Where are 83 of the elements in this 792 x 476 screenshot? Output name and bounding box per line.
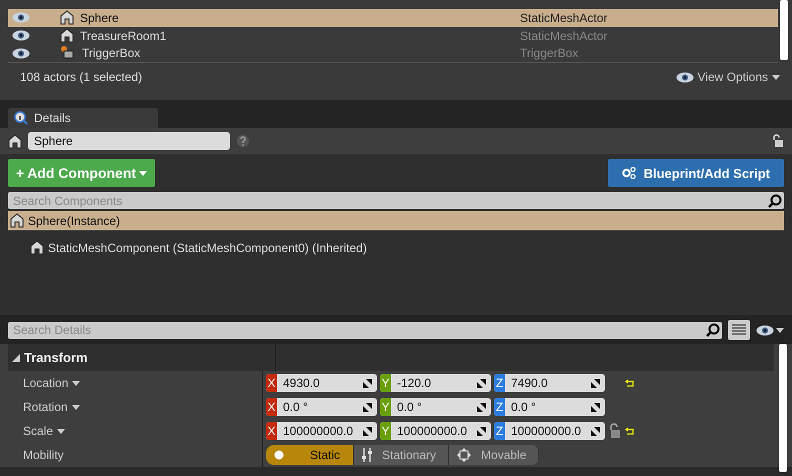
padlock-icon[interactable] [609, 423, 621, 440]
view-options-button[interactable] [756, 324, 784, 336]
caret-icon [776, 328, 784, 333]
caret-icon [139, 170, 148, 176]
axis-label: Y [380, 422, 391, 440]
spin-icon[interactable] [477, 402, 486, 412]
component-row[interactable]: Sphere(Instance) [8, 211, 784, 232]
number-field[interactable]: Y 0.0 ° [380, 398, 491, 416]
eye-icon[interactable] [756, 324, 774, 336]
actor-type: StaticMeshActor [520, 28, 608, 42]
view-options-button[interactable]: View Options [676, 70, 780, 84]
help-icon[interactable] [236, 134, 250, 148]
house-icon [60, 28, 74, 43]
number-field[interactable]: Z 0.0 ° [494, 398, 605, 416]
actor-count: 108 actors (1 selected) [20, 70, 142, 84]
gears-icon [622, 167, 636, 180]
search-icon[interactable] [768, 194, 782, 208]
actor-type: StaticMeshActor [520, 10, 608, 25]
house-icon [10, 213, 24, 228]
spin-icon[interactable] [477, 378, 486, 388]
actor-label: TreasureRoom1 [80, 28, 166, 42]
spin-icon[interactable] [591, 426, 600, 436]
number-field[interactable]: Z 7490.0 [494, 374, 605, 392]
number-field[interactable]: X 4930.0 [266, 374, 377, 392]
spin-icon[interactable] [591, 402, 600, 412]
reset-arrow-icon[interactable] [625, 427, 634, 436]
dot-icon [274, 450, 284, 460]
caret-icon [72, 404, 80, 410]
grid-icon [732, 324, 746, 336]
padlock-icon[interactable] [772, 134, 784, 148]
number-field[interactable]: Z 100000000.0 [494, 422, 605, 440]
eye-icon[interactable] [12, 30, 30, 41]
sliders-icon [362, 448, 372, 462]
move-arrows-icon [457, 448, 472, 462]
outliner-row[interactable]: Sphere StaticMeshActor [8, 9, 778, 27]
axis-label: Y [380, 374, 391, 392]
axis-label: X [266, 398, 277, 416]
outliner-row[interactable]: TriggerBox TriggerBox [8, 44, 778, 62]
axis-label: X [266, 422, 277, 440]
property-label[interactable]: Location [8, 371, 263, 396]
number-field[interactable]: X 0.0 ° [266, 398, 377, 416]
info-magnifier-icon [14, 111, 28, 125]
axis-label: Z [494, 398, 505, 416]
spin-icon[interactable] [363, 378, 372, 388]
actor-type: TriggerBox [520, 46, 578, 60]
axis-label: Y [380, 398, 391, 416]
component-row[interactable]: StaticMeshComponent (StaticMeshComponent0) (Inherited) [8, 238, 784, 258]
house-icon [30, 240, 44, 256]
scrollbar[interactable] [779, 344, 787, 472]
eye-icon[interactable] [12, 48, 30, 59]
actor-label: TriggerBox [82, 46, 140, 60]
axis-label: X [266, 374, 277, 392]
number-field[interactable]: X 100000000.0 [266, 422, 377, 440]
number-field[interactable]: Y -120.0 [380, 374, 491, 392]
axis-label: Z [494, 374, 505, 392]
details-tab[interactable]: Details [8, 108, 158, 128]
outliner-row[interactable]: TreasureRoom1 StaticMeshActor [8, 26, 778, 44]
house-icon [8, 134, 22, 149]
property-label[interactable]: Rotation [8, 395, 263, 420]
mobility-option[interactable]: Static [266, 445, 354, 466]
scrollbar[interactable] [780, 0, 788, 60]
trigger-box-icon [60, 45, 76, 62]
eye-icon[interactable] [12, 12, 30, 24]
actor-name-field[interactable]: Sphere [28, 132, 230, 150]
caret-icon [72, 380, 80, 386]
caret-icon [772, 74, 780, 80]
number-field[interactable]: Y 100000000.0 [380, 422, 491, 440]
blueprint-button[interactable]: Blueprint/Add Script [608, 159, 784, 188]
spin-icon[interactable] [363, 426, 372, 436]
spin-icon[interactable] [477, 426, 486, 436]
reset-arrow-icon[interactable] [625, 379, 634, 388]
axis-label: Z [494, 422, 505, 440]
house-icon [60, 10, 74, 26]
spin-icon[interactable] [591, 378, 600, 388]
actor-label: Sphere [80, 10, 119, 25]
property-label[interactable]: Scale [8, 419, 263, 444]
caret-icon [57, 428, 66, 434]
eye-icon[interactable] [676, 72, 694, 82]
grid-view-button[interactable] [728, 320, 750, 340]
spin-icon[interactable] [363, 402, 372, 412]
collapse-arrow-icon[interactable] [12, 354, 20, 362]
section-header[interactable]: Transform [8, 344, 774, 372]
search-icon[interactable] [706, 323, 720, 338]
